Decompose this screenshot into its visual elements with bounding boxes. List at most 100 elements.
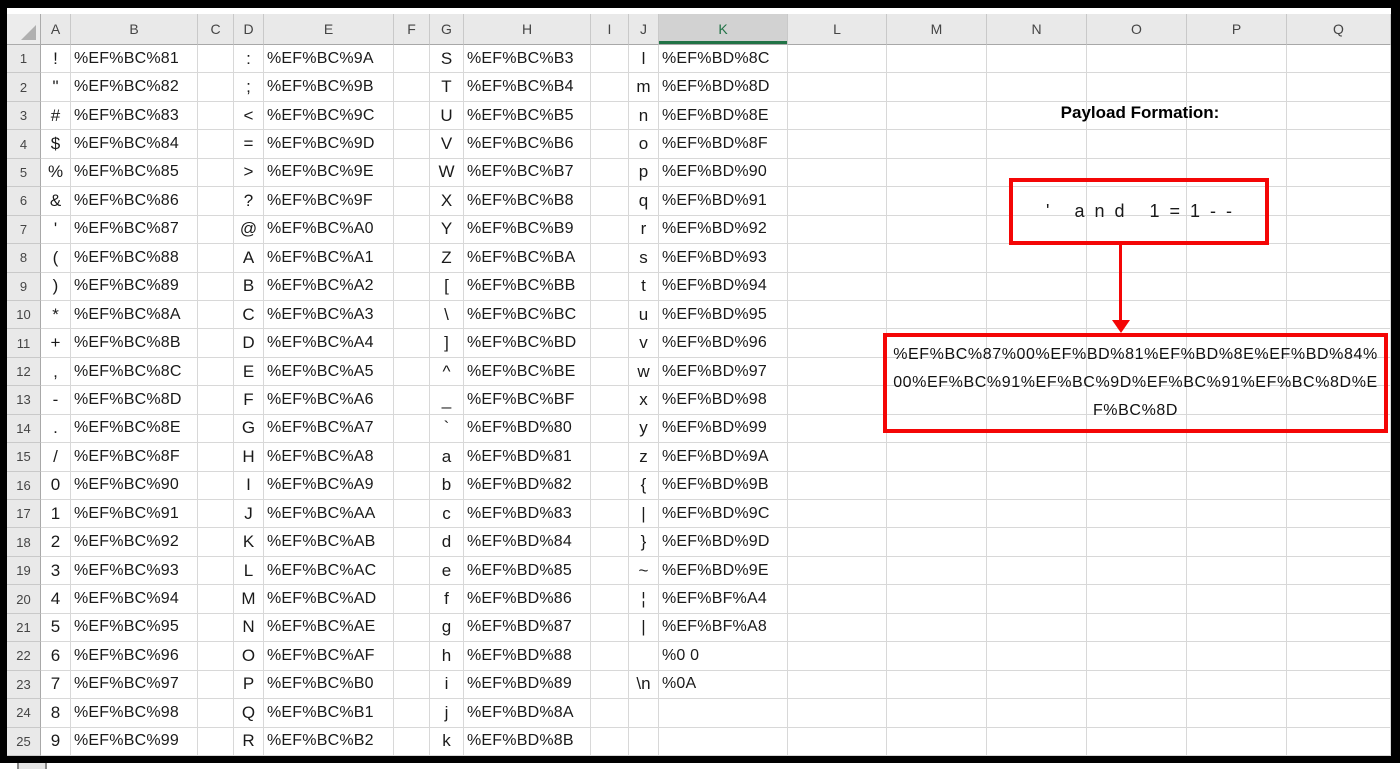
cell-L23[interactable]: [788, 670, 887, 700]
cell-D16[interactable]: I: [234, 471, 264, 500]
cell-B9[interactable]: %EF%BC%89: [71, 272, 198, 301]
cell-Q10[interactable]: [1287, 300, 1391, 330]
cell-A10[interactable]: *: [41, 300, 71, 330]
cell-C12[interactable]: [198, 357, 234, 387]
cell-P24[interactable]: [1187, 699, 1287, 728]
cell-P23[interactable]: [1187, 670, 1287, 700]
cell-P8[interactable]: [1187, 244, 1287, 273]
cell-H20[interactable]: %EF%BD%86: [464, 585, 591, 614]
cell-A20[interactable]: 4: [41, 585, 71, 614]
cell-D10[interactable]: C: [234, 300, 264, 330]
cell-P2[interactable]: [1187, 73, 1287, 102]
cell-L3[interactable]: [788, 101, 887, 131]
cell-C2[interactable]: [198, 73, 234, 102]
cell-A18[interactable]: 2: [41, 528, 71, 557]
cell-D17[interactable]: J: [234, 500, 264, 529]
row-header-14[interactable]: 14: [7, 414, 41, 444]
cell-I9[interactable]: [591, 272, 629, 301]
cell-B10[interactable]: %EF%BC%8A: [71, 300, 198, 330]
cell-K24[interactable]: [659, 699, 788, 728]
row-header-6[interactable]: 6: [7, 187, 41, 216]
cell-P9[interactable]: [1187, 272, 1287, 301]
cell-C5[interactable]: [198, 158, 234, 188]
row-header-2[interactable]: 2: [7, 73, 41, 102]
cell-M24[interactable]: [887, 699, 987, 728]
cell-F15[interactable]: [394, 443, 430, 472]
cell-K21[interactable]: %EF%BF%A8: [659, 613, 788, 643]
cell-Q1[interactable]: [1287, 45, 1391, 74]
cell-H6[interactable]: %EF%BC%B8: [464, 187, 591, 216]
cell-K10[interactable]: %EF%BD%95: [659, 300, 788, 330]
cell-J5[interactable]: p: [629, 158, 659, 188]
cell-G15[interactable]: a: [430, 443, 464, 472]
cell-E14[interactable]: %EF%BC%A7: [264, 414, 394, 444]
cell-I4[interactable]: [591, 130, 629, 159]
cell-B8[interactable]: %EF%BC%88: [71, 244, 198, 273]
cell-K1[interactable]: %EF%BD%8C: [659, 45, 788, 74]
cell-J16[interactable]: {: [629, 471, 659, 500]
cell-L20[interactable]: [788, 585, 887, 614]
cell-J6[interactable]: q: [629, 187, 659, 216]
cell-N18[interactable]: [987, 528, 1087, 557]
row-header-4[interactable]: 4: [7, 130, 41, 159]
cell-M15[interactable]: [887, 443, 987, 472]
cell-B18[interactable]: %EF%BC%92: [71, 528, 198, 557]
cell-C20[interactable]: [198, 585, 234, 614]
cell-I8[interactable]: [591, 244, 629, 273]
cell-N25[interactable]: [987, 727, 1087, 756]
column-header-B[interactable]: B: [71, 14, 198, 45]
cell-D24[interactable]: Q: [234, 699, 264, 728]
cell-O25[interactable]: [1087, 727, 1187, 756]
row-header-17[interactable]: 17: [7, 500, 41, 529]
cell-M7[interactable]: [887, 215, 987, 245]
cell-L13[interactable]: [788, 386, 887, 415]
column-header-E[interactable]: E: [264, 14, 394, 45]
cell-K5[interactable]: %EF%BD%90: [659, 158, 788, 188]
row-header-25[interactable]: 25: [7, 727, 41, 756]
cell-I1[interactable]: [591, 45, 629, 74]
cell-N19[interactable]: [987, 556, 1087, 586]
cell-K7[interactable]: %EF%BD%92: [659, 215, 788, 245]
cell-L8[interactable]: [788, 244, 887, 273]
cell-I21[interactable]: [591, 613, 629, 643]
cell-K20[interactable]: %EF%BF%A4: [659, 585, 788, 614]
cell-A24[interactable]: 8: [41, 699, 71, 728]
cell-Q24[interactable]: [1287, 699, 1391, 728]
cell-D2[interactable]: ;: [234, 73, 264, 102]
cell-A9[interactable]: ): [41, 272, 71, 301]
cell-E15[interactable]: %EF%BC%A8: [264, 443, 394, 472]
row-header-20[interactable]: 20: [7, 585, 41, 614]
cell-F14[interactable]: [394, 414, 430, 444]
cell-H19[interactable]: %EF%BD%85: [464, 556, 591, 586]
cell-K22[interactable]: %0 0: [659, 642, 788, 671]
cell-G1[interactable]: S: [430, 45, 464, 74]
cell-F11[interactable]: [394, 329, 430, 358]
cell-O19[interactable]: [1087, 556, 1187, 586]
cell-L22[interactable]: [788, 642, 887, 671]
cell-E10[interactable]: %EF%BC%A3: [264, 300, 394, 330]
cell-G24[interactable]: j: [430, 699, 464, 728]
cell-K4[interactable]: %EF%BD%8F: [659, 130, 788, 159]
cell-A15[interactable]: /: [41, 443, 71, 472]
payload-source-box[interactable]: ' and 1=1--: [1009, 178, 1269, 245]
cell-K6[interactable]: %EF%BD%91: [659, 187, 788, 216]
cell-Q5[interactable]: [1287, 158, 1391, 188]
cell-H11[interactable]: %EF%BC%BD: [464, 329, 591, 358]
cell-J20[interactable]: ¦: [629, 585, 659, 614]
row-header-5[interactable]: 5: [7, 158, 41, 188]
cell-C10[interactable]: [198, 300, 234, 330]
cell-H4[interactable]: %EF%BC%B6: [464, 130, 591, 159]
cell-H17[interactable]: %EF%BD%83: [464, 500, 591, 529]
cell-B25[interactable]: %EF%BC%99: [71, 727, 198, 756]
cell-H18[interactable]: %EF%BD%84: [464, 528, 591, 557]
cell-M9[interactable]: [887, 272, 987, 301]
cell-K11[interactable]: %EF%BD%96: [659, 329, 788, 358]
cell-H23[interactable]: %EF%BD%89: [464, 670, 591, 700]
cell-P10[interactable]: [1187, 300, 1287, 330]
cell-H15[interactable]: %EF%BD%81: [464, 443, 591, 472]
column-header-D[interactable]: D: [234, 14, 264, 45]
cell-E8[interactable]: %EF%BC%A1: [264, 244, 394, 273]
cell-N4[interactable]: [987, 130, 1087, 159]
cell-M5[interactable]: [887, 158, 987, 188]
cell-C1[interactable]: [198, 45, 234, 74]
